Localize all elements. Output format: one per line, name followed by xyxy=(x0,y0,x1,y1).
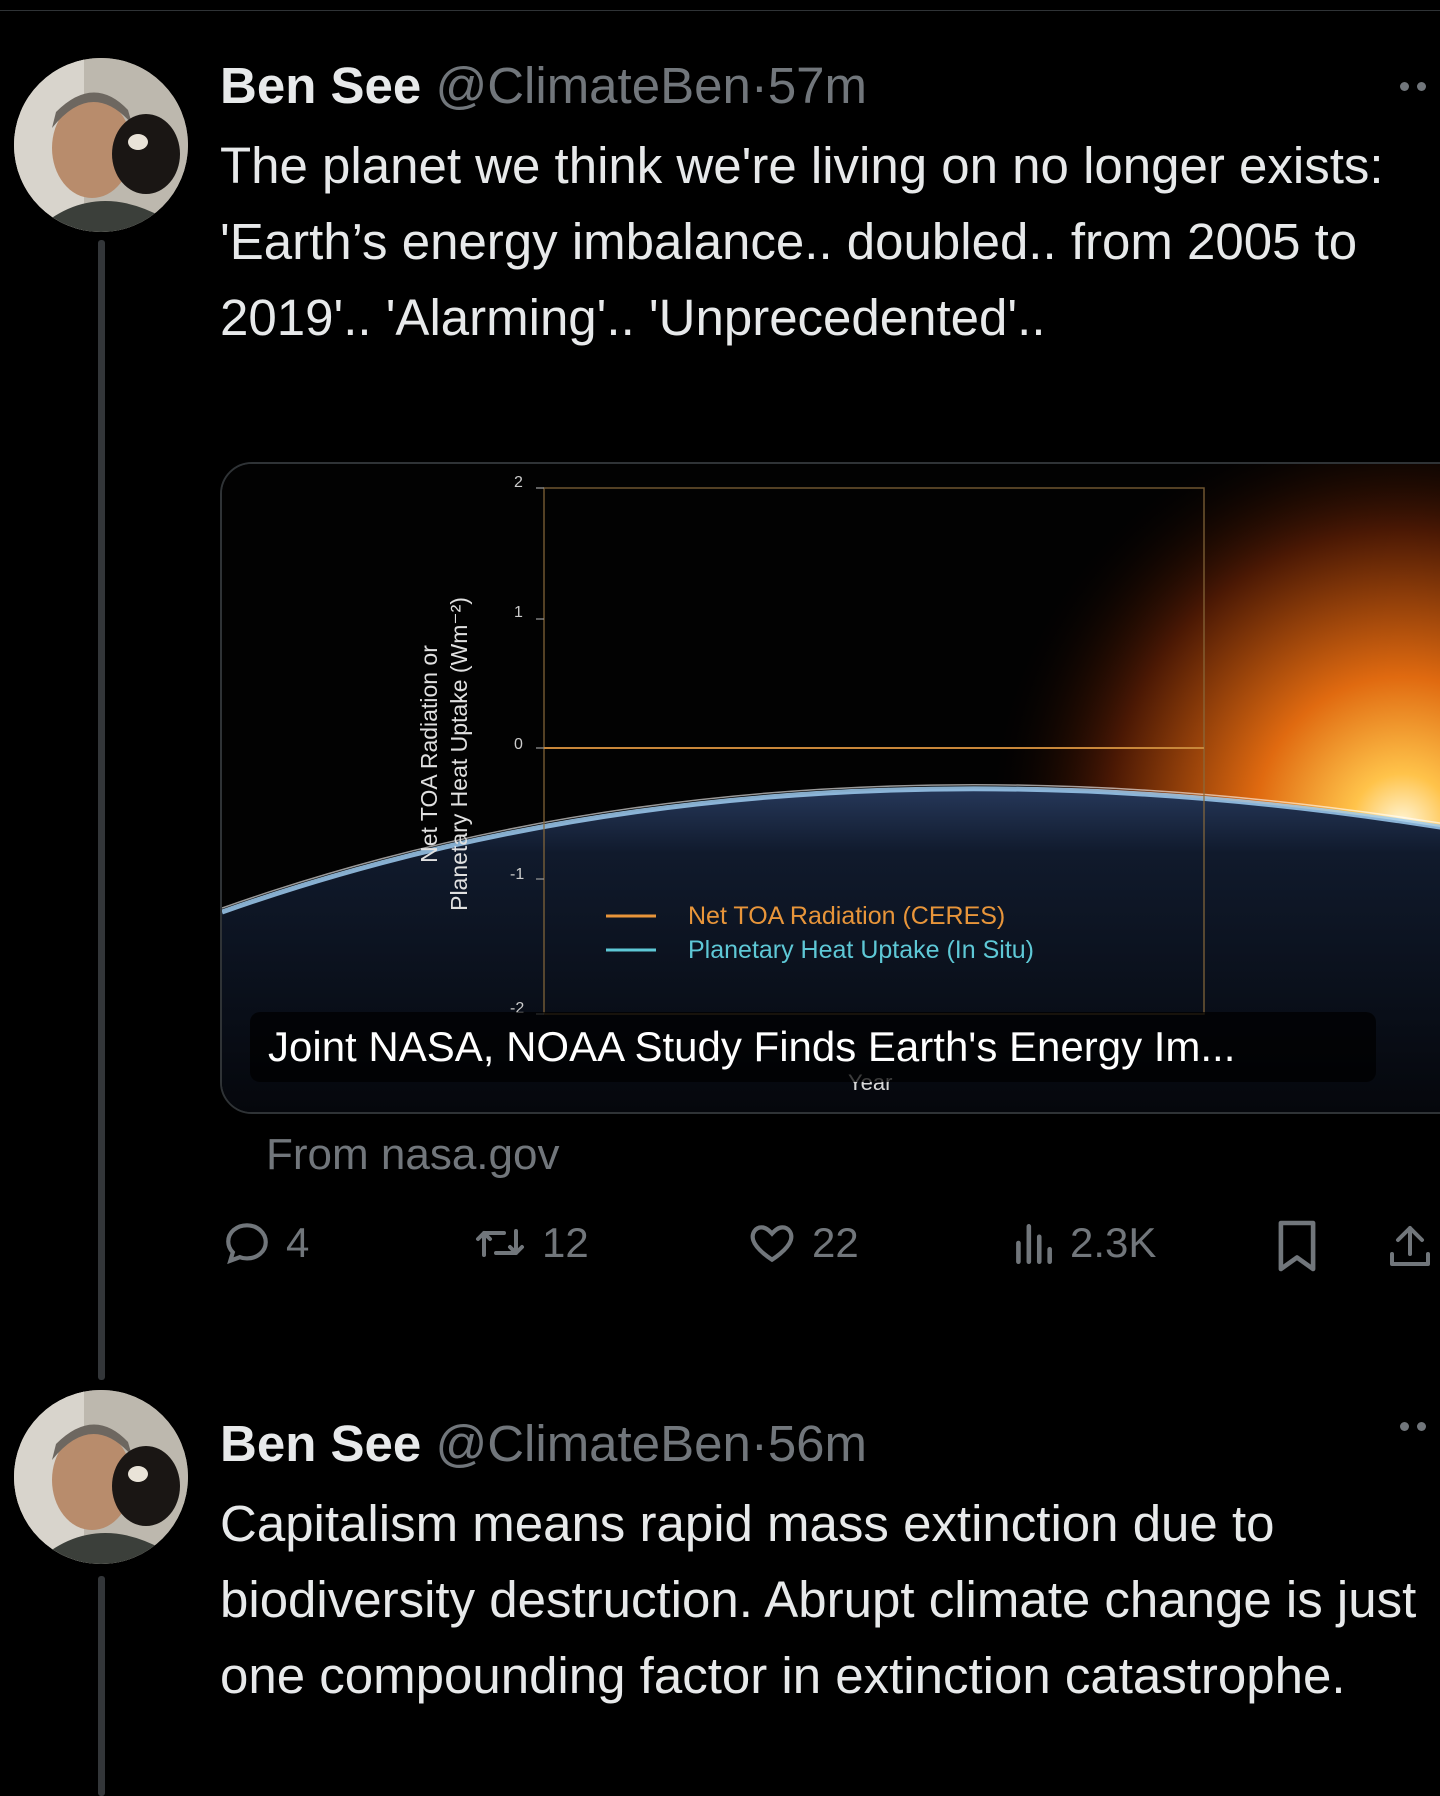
timestamp[interactable]: 57m xyxy=(768,57,867,114)
views-count: 2.3K xyxy=(1070,1219,1157,1266)
like-button[interactable]: 22 xyxy=(746,1218,859,1268)
y-label-line1: Net TOA Radiation or xyxy=(416,645,442,863)
avatar[interactable] xyxy=(14,1390,188,1564)
separator: · xyxy=(750,1415,768,1472)
thread-line xyxy=(98,240,105,1380)
link-card[interactable]: 2 1 0 -1 -2 Net TOA Radiation or Planeta… xyxy=(220,462,1440,1114)
tweet-text: Capitalism means rapid mass extinction d… xyxy=(220,1495,1431,1704)
views-button[interactable]: 2.3K xyxy=(1010,1218,1156,1268)
share-button[interactable] xyxy=(1386,1218,1434,1274)
tweet-header: Ben See @ClimateBen·57m xyxy=(220,56,867,116)
card-source[interactable]: From nasa.gov xyxy=(266,1130,559,1180)
repost-count: 12 xyxy=(542,1219,589,1266)
more-options-icon[interactable] xyxy=(1400,1416,1440,1436)
y-tick: -1 xyxy=(510,866,525,883)
reply-button[interactable]: 4 xyxy=(222,1218,309,1268)
tweet[interactable]: Ben See @ClimateBen·57m The planet we th… xyxy=(0,0,1440,1380)
tweet-text: The planet we think we're living on no l… xyxy=(220,137,1384,346)
views-icon xyxy=(1016,1224,1052,1265)
author-handle[interactable]: @ClimateBen xyxy=(435,57,750,114)
y-tick: 2 xyxy=(514,474,523,491)
share-icon xyxy=(1390,1226,1430,1266)
reply-count: 4 xyxy=(286,1219,310,1266)
thread-line xyxy=(98,1576,105,1796)
reply-icon xyxy=(226,1223,268,1265)
repost-icon xyxy=(476,1229,524,1257)
bookmark-button[interactable] xyxy=(1274,1218,1320,1274)
repost-button[interactable]: 12 xyxy=(472,1218,589,1268)
tweet-header: Ben See @ClimateBen·56m xyxy=(220,1414,867,1474)
tweet-actions: 4 12 22 2.3K xyxy=(0,1218,1440,1298)
author-handle[interactable]: @ClimateBen xyxy=(435,1415,750,1472)
legend-ceres: Net TOA Radiation (CERES) xyxy=(688,902,1006,930)
timestamp[interactable]: 56m xyxy=(768,1415,867,1472)
avatar[interactable] xyxy=(14,58,188,232)
author-name[interactable]: Ben See xyxy=(220,57,421,114)
heart-icon xyxy=(750,1225,794,1263)
like-count: 22 xyxy=(812,1219,859,1266)
more-options-icon[interactable] xyxy=(1400,76,1440,96)
y-tick: 0 xyxy=(514,736,523,753)
tweet[interactable]: Ben See @ClimateBen·56m Capitalism means… xyxy=(0,1380,1440,1796)
author-name[interactable]: Ben See xyxy=(220,1415,421,1472)
y-label-line2: Planetary Heat Uptake (Wm⁻²) xyxy=(446,597,472,911)
bookmark-icon xyxy=(1278,1220,1316,1272)
separator: · xyxy=(750,57,768,114)
card-title[interactable]: Joint NASA, NOAA Study Finds Earth's Ene… xyxy=(250,1012,1376,1082)
y-tick: 1 xyxy=(514,604,523,621)
legend-insitu: Planetary Heat Uptake (In Situ) xyxy=(688,936,1034,964)
